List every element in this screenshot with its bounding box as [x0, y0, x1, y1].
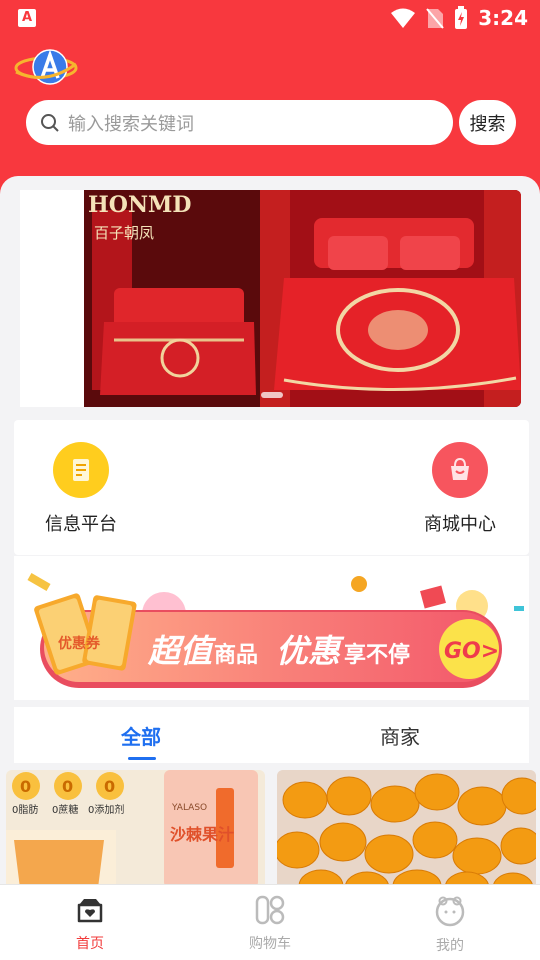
bottom-nav-home[interactable]: 首页 — [50, 895, 130, 953]
status-time: 3:24 — [478, 6, 528, 30]
profile-icon — [435, 896, 465, 927]
search-input[interactable]: 输入搜索关键词 — [26, 100, 453, 145]
document-icon — [53, 442, 109, 498]
banner-previous-slide[interactable] — [20, 190, 84, 407]
promo-slogan-part2: 商品 — [214, 642, 258, 668]
product-badge-3: 0添加剂 — [88, 803, 124, 816]
tab-active-indicator — [128, 757, 156, 760]
product-card-juice[interactable]: 0 0 0 0脂肪 0蔗糖 0添加剂 YALASO 沙棘果汁 — [6, 770, 265, 888]
status-bar: A 3:24 — [0, 0, 540, 36]
promo-go-label: GO> — [444, 639, 499, 664]
nav-info-platform[interactable]: 信息平台 — [21, 442, 141, 536]
product-text: 沙棘果汁 — [170, 825, 234, 844]
product-badge-1: 0脂肪 — [12, 803, 38, 816]
battery-charging-icon — [455, 6, 468, 29]
svg-text:0: 0 — [62, 777, 73, 796]
promo-slogan-part4: 享不停 — [344, 642, 410, 668]
svg-text:0: 0 — [104, 777, 115, 796]
promo-slogan-part3: 优惠 — [276, 632, 345, 670]
bottom-nav-cart-label: 购物车 — [249, 936, 291, 952]
tab-merchant[interactable]: 商家 — [380, 721, 420, 750]
product-brand: YALASO — [171, 803, 207, 813]
coupon-text: 优惠券 — [58, 635, 101, 652]
bottom-nav-cart[interactable]: 购物车 — [230, 895, 310, 953]
home-icon — [77, 899, 103, 923]
bottom-nav-profile-label: 我的 — [436, 938, 464, 954]
tab-all[interactable]: 全部 — [121, 721, 161, 750]
no-sim-icon — [426, 8, 445, 29]
carousel-indicator[interactable] — [261, 392, 283, 398]
shopping-bag-icon — [432, 442, 488, 498]
banner-image: HONMD 百子朝凤 — [84, 190, 521, 407]
bottom-navigation: 首页 购物车 我的 — [0, 884, 540, 960]
app-logo — [14, 49, 78, 85]
promo-slogan-main: 超值 — [147, 632, 217, 670]
wifi-icon — [391, 8, 416, 28]
app-notification-icon: A — [18, 9, 36, 27]
nav-info-platform-label: 信息平台 — [45, 514, 117, 535]
nav-mall-center-label: 商城中心 — [424, 514, 496, 535]
search-icon — [41, 113, 59, 132]
promo-banner[interactable]: 优惠券 超值 商品 优惠 享不停 GO> — [14, 556, 529, 700]
quick-nav-card: 信息平台 商城中心 — [14, 420, 529, 555]
category-tabs: 全部 商家 — [14, 707, 529, 763]
product-badge-2: 0蔗糖 — [52, 803, 78, 816]
banner-carousel[interactable]: HONMD 百子朝凤 — [84, 190, 521, 407]
search-placeholder: 输入搜索关键词 — [68, 113, 194, 135]
banner-side-text: 百子朝凤 — [94, 224, 154, 242]
product-image-juice: 0 0 0 0脂肪 0蔗糖 0添加剂 YALASO 沙棘果汁 — [6, 770, 265, 888]
bottom-nav-profile[interactable]: 我的 — [410, 895, 490, 955]
banner-brand-text: HONMD — [88, 192, 192, 218]
search-button[interactable]: 搜索 — [459, 100, 516, 145]
promo-graphic: 优惠券 超值 商品 优惠 享不停 GO> — [14, 556, 529, 700]
cart-icon — [255, 895, 285, 925]
bottom-nav-home-label: 首页 — [76, 936, 104, 952]
svg-text:0: 0 — [20, 777, 31, 796]
product-card-berries[interactable] — [277, 770, 536, 888]
nav-mall-center[interactable]: 商城中心 — [400, 442, 520, 536]
product-image-berries — [277, 770, 536, 888]
